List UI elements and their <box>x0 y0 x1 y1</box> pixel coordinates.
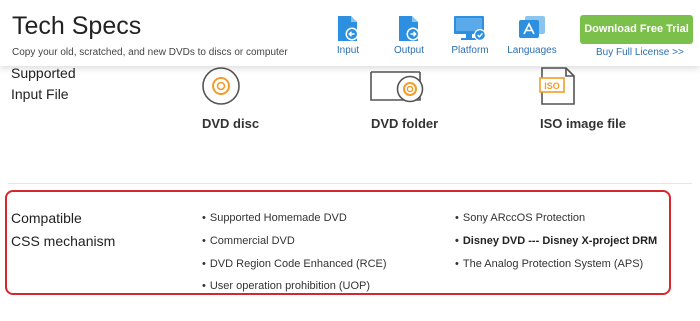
css-mechanism-label-line2: CSS mechanism <box>11 233 116 249</box>
tech-specs-header: Tech Specs Copy your old, scratched, and… <box>0 0 700 66</box>
nav-output-label: Output <box>393 45 425 56</box>
mechanism-item-disney-drm: Disney DVD --- Disney X-project DRM <box>455 235 657 247</box>
nav-languages-label: Languages <box>507 45 557 56</box>
page-subtitle: Copy your old, scratched, and new DVDs t… <box>12 47 288 58</box>
iso-file-icon: ISO <box>539 67 575 105</box>
input-file-icon <box>338 16 359 41</box>
mechanism-item: The Analog Protection System (APS) <box>455 258 643 270</box>
output-file-icon <box>399 16 420 41</box>
nav-output[interactable]: Output <box>379 15 439 61</box>
nav-input-label: Input <box>336 45 360 56</box>
iso-file-caption: ISO image file <box>540 116 626 131</box>
section-divider <box>8 183 692 184</box>
download-free-trial-button[interactable]: Download Free Trial <box>580 15 693 44</box>
buy-full-license-link[interactable]: Buy Full License >> <box>596 47 684 58</box>
dvd-folder-caption: DVD folder <box>371 116 439 131</box>
platform-monitor-icon <box>454 16 486 41</box>
languages-icon <box>519 16 545 38</box>
page-title: Tech Specs <box>12 12 142 40</box>
mechanism-item: User operation prohibition (UOP) <box>202 280 370 292</box>
dvd-disc-icon <box>202 67 240 105</box>
mechanism-item: Supported Homemade DVD <box>202 212 347 224</box>
dvd-disc-caption: DVD disc <box>202 116 260 131</box>
nav-platform-label: Platform <box>451 45 489 56</box>
mechanism-item: Sony ARccOS Protection <box>455 212 585 224</box>
nav-input[interactable]: Input <box>318 15 378 61</box>
nav-languages[interactable]: Languages <box>502 15 562 61</box>
svg-text:ISO: ISO <box>544 81 560 91</box>
supported-label-line2: Input File <box>11 86 69 102</box>
nav-platform[interactable]: Platform <box>440 15 500 61</box>
mechanism-item: Commercial DVD <box>202 235 295 247</box>
mechanism-item: DVD Region Code Enhanced (RCE) <box>202 258 387 270</box>
css-mechanism-label-line1: Compatible <box>11 210 82 226</box>
dvd-folder-icon <box>370 71 424 103</box>
